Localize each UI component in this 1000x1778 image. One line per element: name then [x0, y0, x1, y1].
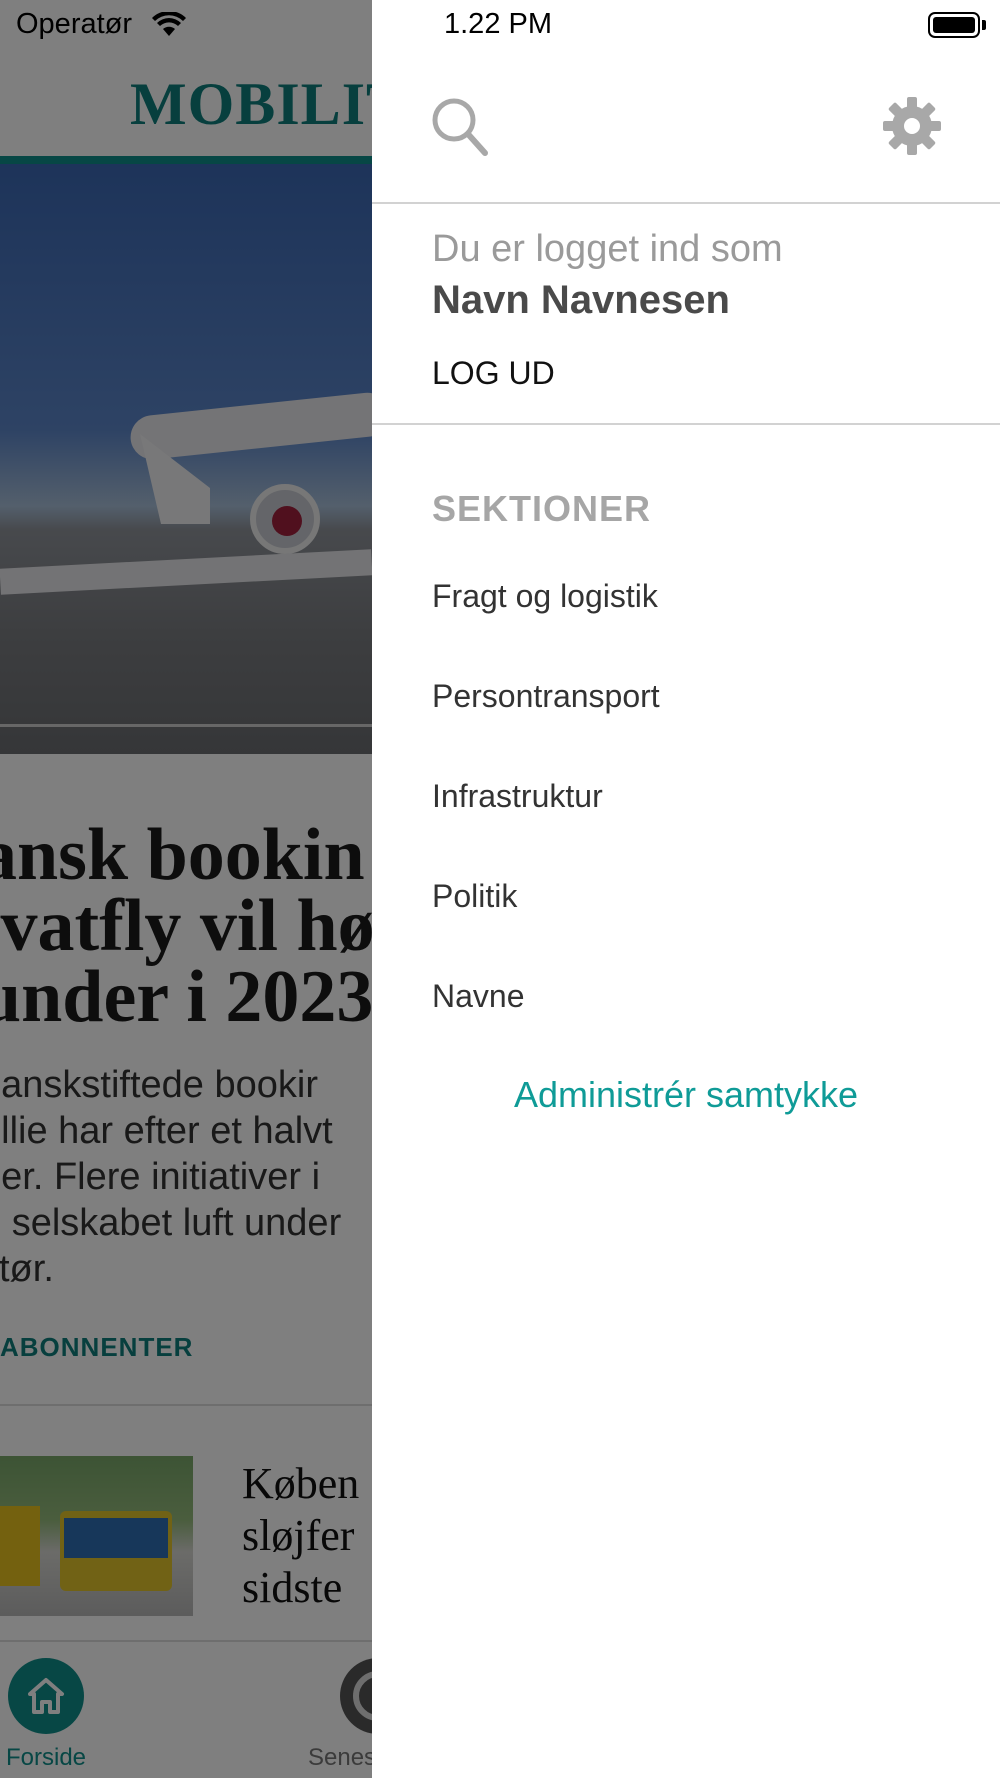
- user-name: Navn Navnesen: [432, 278, 730, 322]
- sections-heading: SEKTIONER: [432, 488, 652, 529]
- search-icon: [432, 98, 488, 156]
- drawer-overlay[interactable]: [0, 0, 372, 1778]
- settings-button[interactable]: [882, 96, 942, 156]
- gear-icon: [883, 97, 941, 155]
- drawer-divider: [372, 423, 1000, 425]
- section-item-fragt-og-logistik[interactable]: Fragt og logistik: [432, 578, 658, 615]
- section-item-politik[interactable]: Politik: [432, 878, 517, 915]
- search-button[interactable]: [430, 96, 488, 156]
- section-item-infrastruktur[interactable]: Infrastruktur: [432, 778, 603, 815]
- logged-in-label: Du er logget ind som: [432, 228, 783, 270]
- section-item-navne[interactable]: Navne: [432, 978, 525, 1015]
- navigation-drawer: 1.22 PM Du er logget ind som Navn Navnes…: [372, 0, 1000, 1778]
- drawer-divider: [372, 202, 1000, 204]
- manage-consent-link[interactable]: Administrér samtykke: [372, 1074, 1000, 1116]
- logout-button[interactable]: LOG UD: [432, 355, 555, 392]
- status-time: 1.22 PM: [444, 8, 552, 40]
- section-item-persontransport[interactable]: Persontransport: [432, 678, 660, 715]
- battery-tip: [982, 20, 986, 30]
- battery-icon: [928, 12, 980, 38]
